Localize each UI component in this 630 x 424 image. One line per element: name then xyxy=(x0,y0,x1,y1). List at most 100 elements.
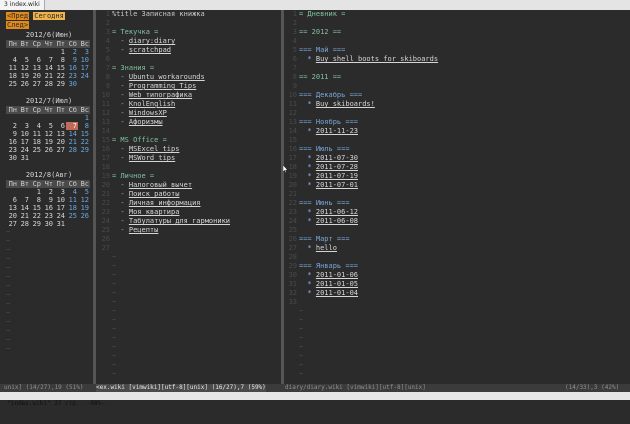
calendar-day[interactable]: 25 xyxy=(30,146,42,154)
wiki-link[interactable]: Поиск работы xyxy=(129,190,180,198)
calendar-day[interactable]: 11 xyxy=(6,64,18,72)
calendar-day[interactable]: 6 xyxy=(6,196,18,204)
calendar-day[interactable]: 6 xyxy=(30,56,42,64)
calendar-day[interactable]: 3 xyxy=(18,122,30,130)
wiki-link[interactable]: hello xyxy=(316,244,337,252)
calendar-day[interactable]: 16 xyxy=(66,64,78,72)
wiki-link[interactable]: scratchpad xyxy=(129,46,171,54)
wiki-link[interactable]: Programming Tips xyxy=(129,82,196,90)
calendar-day[interactable]: 1 xyxy=(54,48,66,56)
calendar-day[interactable]: 31 xyxy=(54,220,66,228)
calendar-day[interactable]: 17 xyxy=(54,204,66,212)
calendar-day[interactable]: 8 xyxy=(30,196,42,204)
calendar-day[interactable]: 28 xyxy=(18,220,30,228)
calendar-day[interactable]: 23 xyxy=(42,212,54,220)
calendar-pane[interactable]: <Пред Сегодня След> 2012/6(Июн) Пн Вт Ср Чт П… xyxy=(6,10,92,384)
calendar-day[interactable]: 4 xyxy=(6,56,18,64)
calendar-day[interactable]: 31 xyxy=(18,154,30,162)
wiki-link[interactable]: 2011-07-19 xyxy=(316,172,358,180)
wiki-link[interactable]: 2011-11-23 xyxy=(316,127,358,135)
calendar-day[interactable]: 8 xyxy=(78,122,90,130)
calendar-day[interactable]: 19 xyxy=(42,138,54,146)
calendar-day[interactable]: 26 xyxy=(42,146,54,154)
diary-wiki-text[interactable]: = Дневник = == 2012 == === Май === * Buy s… xyxy=(299,10,438,379)
calendar-day[interactable]: 30 xyxy=(66,80,78,88)
calendar-day[interactable]: 24 xyxy=(54,212,66,220)
wiki-link[interactable]: MSWord tips xyxy=(129,154,175,162)
calendar-day[interactable]: 10 xyxy=(54,196,66,204)
calendar-day[interactable]: 6 xyxy=(54,122,66,130)
calendar-day[interactable]: 13 xyxy=(54,130,66,138)
calendar-day[interactable]: 9 xyxy=(42,196,54,204)
calendar-day[interactable]: 12 xyxy=(42,130,54,138)
calendar-day[interactable]: 30 xyxy=(42,220,54,228)
calendar-day[interactable]: 7 xyxy=(42,56,54,64)
calendar-day[interactable]: 25 xyxy=(66,212,78,220)
calendar-day[interactable]: 14 xyxy=(66,130,78,138)
calendar-day[interactable]: 10 xyxy=(78,56,90,64)
calendar-day[interactable]: 9 xyxy=(66,56,78,64)
calendar-day[interactable]: 9 xyxy=(6,130,18,138)
wiki-link[interactable]: 2011-07-28 xyxy=(316,163,358,171)
calendar-day[interactable]: 2 xyxy=(66,48,78,56)
calendar-today-button[interactable]: Сегодня xyxy=(33,12,65,20)
calendar-day[interactable]: 29 xyxy=(30,220,42,228)
calendar-day[interactable]: 18 xyxy=(30,138,42,146)
calendar-day[interactable]: 16 xyxy=(42,204,54,212)
wiki-link[interactable]: Налоговый вычет xyxy=(129,181,192,189)
calendar-day[interactable]: 15 xyxy=(78,130,90,138)
calendar-day[interactable]: 28 xyxy=(42,80,54,88)
calendar-day[interactable]: 5 xyxy=(18,56,30,64)
calendar-day[interactable]: 23 xyxy=(66,72,78,80)
calendar-day[interactable]: 26 xyxy=(18,80,30,88)
wiki-link[interactable]: Buy skiboards! xyxy=(316,100,375,108)
calendar-day[interactable]: 19 xyxy=(18,72,30,80)
calendar-day[interactable]: 18 xyxy=(6,72,18,80)
calendar-day[interactable]: 5 xyxy=(78,188,90,196)
wiki-link[interactable]: 2011-07-30 xyxy=(316,154,358,162)
wiki-link[interactable]: Личная информация xyxy=(129,199,201,207)
calendar-day[interactable]: 17 xyxy=(78,64,90,72)
calendar-day[interactable]: 8 xyxy=(54,56,66,64)
calendar-day[interactable]: 1 xyxy=(78,114,90,122)
vertical-split-divider[interactable] xyxy=(93,10,96,384)
calendar-day[interactable]: 13 xyxy=(30,64,42,72)
wiki-link[interactable]: Buy shell boots for skiboards xyxy=(316,55,438,63)
calendar-day[interactable]: 24 xyxy=(18,146,30,154)
calendar-day[interactable]: 11 xyxy=(66,196,78,204)
calendar-day[interactable]: 21 xyxy=(18,212,30,220)
calendar-day[interactable]: 7 xyxy=(66,122,78,130)
wiki-link[interactable]: 2011-06-12 xyxy=(316,208,358,216)
calendar-day[interactable]: 14 xyxy=(42,64,54,72)
wiki-link[interactable]: Ubuntu workarounds xyxy=(129,73,205,81)
wiki-link[interactable]: 2011-01-05 xyxy=(316,280,358,288)
calendar-day[interactable]: 15 xyxy=(54,64,66,72)
calendar-day[interactable]: 20 xyxy=(54,138,66,146)
calendar-day[interactable]: 29 xyxy=(78,146,90,154)
calendar-day[interactable]: 22 xyxy=(30,212,42,220)
wiki-link[interactable]: 2011-06-08 xyxy=(316,217,358,225)
calendar-day[interactable]: 27 xyxy=(6,220,18,228)
wiki-link[interactable]: WindowsXP xyxy=(129,109,167,117)
calendar-day[interactable]: 22 xyxy=(54,72,66,80)
calendar-day[interactable]: 27 xyxy=(30,80,42,88)
calendar-day[interactable]: 21 xyxy=(42,72,54,80)
calendar-day[interactable]: 4 xyxy=(30,122,42,130)
calendar-day[interactable]: 20 xyxy=(6,212,18,220)
wiki-link[interactable]: diary:diary xyxy=(129,37,175,45)
calendar-day[interactable]: 20 xyxy=(30,72,42,80)
calendar-prev-button[interactable]: <Пред xyxy=(6,12,30,20)
calendar-day[interactable]: 1 xyxy=(30,188,42,196)
calendar-day[interactable]: 12 xyxy=(78,196,90,204)
wiki-link[interactable]: 2011-07-01 xyxy=(316,181,358,189)
calendar-day[interactable]: 10 xyxy=(18,130,30,138)
calendar-day[interactable]: 16 xyxy=(6,138,18,146)
calendar-day[interactable]: 4 xyxy=(66,188,78,196)
calendar-day[interactable]: 2 xyxy=(42,188,54,196)
calendar-day[interactable]: 25 xyxy=(6,80,18,88)
diary-wiki-pane[interactable]: 1 2 3 4 5 6 7 8 9 10 11 12 13 14 15 16 17 18 19 20 21 22 23 24 2… xyxy=(285,10,630,384)
calendar-next-button[interactable]: След> xyxy=(6,21,30,29)
wiki-link[interactable]: 2011-01-06 xyxy=(316,271,358,279)
calendar-day[interactable]: 19 xyxy=(78,204,90,212)
tab-index-wiki[interactable]: 3 index.wiki xyxy=(0,0,45,10)
